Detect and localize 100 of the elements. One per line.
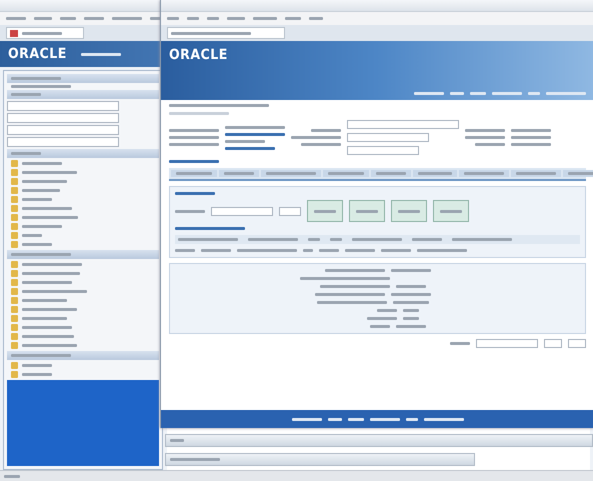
input-field[interactable]: [211, 206, 273, 216]
text-line: [417, 249, 467, 252]
action-button[interactable]: [349, 200, 385, 222]
input-field[interactable]: [7, 113, 119, 123]
text-line: [178, 238, 238, 241]
text-line: [22, 317, 67, 320]
text-line: [348, 418, 364, 420]
text-line: [392, 301, 428, 304]
text-line: [470, 92, 486, 95]
text-line: [170, 439, 184, 442]
input-field[interactable]: [568, 339, 586, 348]
text-line: [492, 92, 522, 95]
text-line: [320, 285, 390, 288]
text-line: [22, 364, 52, 367]
action-button[interactable]: [307, 200, 343, 222]
text-line: [22, 225, 62, 228]
text-line: [187, 17, 199, 20]
text-line: [170, 458, 220, 461]
text-line: [450, 92, 464, 95]
text-line: [22, 299, 67, 302]
text-line: [112, 17, 142, 20]
text-line: [175, 192, 215, 195]
text-line: [22, 308, 77, 311]
text-line: [22, 281, 72, 284]
tab[interactable]: [171, 170, 217, 177]
text-line: [22, 171, 77, 174]
text-line: [352, 238, 402, 241]
text-line: [11, 85, 71, 88]
text-line: [452, 238, 512, 241]
text-line: [370, 325, 390, 328]
tab-icon: [10, 30, 18, 36]
text-line: [175, 249, 195, 252]
text-line: [6, 17, 26, 20]
text-line: [366, 317, 396, 320]
action-button[interactable]: [391, 200, 427, 222]
text-line: [22, 234, 42, 237]
text-line: [465, 129, 505, 132]
text-line: [309, 17, 323, 20]
text-line: [22, 180, 67, 183]
input-field[interactable]: [279, 206, 301, 216]
text-line: [398, 210, 420, 212]
text-line: [314, 293, 384, 296]
text-line: [225, 126, 285, 128]
text-line: [511, 136, 551, 139]
input-field[interactable]: [544, 339, 562, 348]
text-line: [376, 172, 406, 175]
tab[interactable]: [219, 170, 259, 177]
text-line: [308, 238, 320, 241]
text-line: [292, 418, 322, 420]
text-line: [328, 418, 342, 420]
text-line: [169, 129, 219, 132]
text-line: [324, 269, 384, 272]
input-field[interactable]: [7, 137, 119, 147]
browser-tab[interactable]: [167, 27, 285, 39]
text-line: [396, 325, 426, 328]
text-line: [175, 227, 245, 230]
oracle-logo: ORACLE: [8, 46, 67, 62]
text-line: [34, 17, 52, 20]
text-line: [376, 309, 396, 312]
tab[interactable]: [261, 170, 321, 177]
text-line: [224, 172, 254, 175]
input-field[interactable]: [7, 101, 119, 111]
text-line: [22, 216, 78, 219]
input-field[interactable]: [7, 125, 119, 135]
text-line: [225, 146, 275, 150]
tab[interactable]: [371, 170, 411, 177]
text-line: [311, 129, 341, 132]
input-field[interactable]: [347, 133, 429, 142]
text-line: [84, 17, 104, 20]
input-field[interactable]: [347, 146, 419, 155]
input-field[interactable]: [347, 120, 459, 129]
text-line: [424, 418, 464, 420]
text-line: [11, 354, 71, 357]
text-line: [406, 418, 418, 420]
text-line: [370, 418, 400, 420]
action-button[interactable]: [433, 200, 469, 222]
tab[interactable]: [413, 170, 457, 177]
text-line: [81, 52, 122, 56]
text-line: [22, 32, 62, 34]
text-line: [440, 210, 462, 212]
text-line: [22, 373, 52, 376]
text-line: [4, 474, 20, 478]
text-line: [390, 293, 430, 296]
text-line: [546, 92, 586, 95]
tab[interactable]: [323, 170, 369, 177]
text-line: [237, 249, 297, 252]
text-line: [450, 342, 470, 345]
input-field[interactable]: [476, 339, 538, 348]
text-line: [169, 136, 219, 139]
text-line: [511, 129, 551, 132]
text-line: [225, 140, 265, 142]
text-line: [22, 263, 82, 266]
text-line: [11, 93, 41, 96]
text-line: [345, 249, 375, 252]
text-line: [227, 17, 245, 20]
text-line: [207, 17, 219, 20]
tab[interactable]: [459, 170, 509, 177]
browser-tab[interactable]: [6, 27, 84, 39]
text-line: [291, 136, 341, 139]
tab[interactable]: [511, 170, 561, 177]
